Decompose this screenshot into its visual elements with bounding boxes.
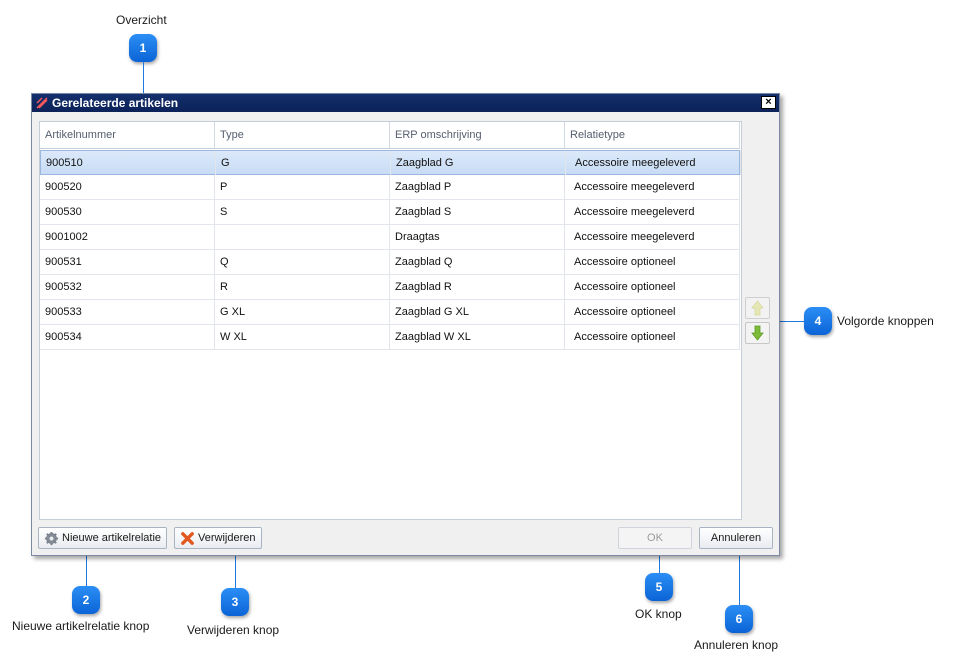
cell-omschrijving: Zaagblad W XL <box>390 325 565 349</box>
table-row[interactable]: 900533 G XL Zaagblad G XL Accessoire opt… <box>40 300 740 325</box>
table-row[interactable]: 900530 S Zaagblad S Accessoire meegeleve… <box>40 200 740 225</box>
cell-type: P <box>215 175 390 199</box>
cell-artikelnummer: 900531 <box>40 250 215 274</box>
cell-omschrijving: Zaagblad P <box>390 175 565 199</box>
cell-relatietype: Accessoire optioneel <box>565 325 740 349</box>
new-article-relation-label: Nieuwe artikelrelatie <box>62 532 162 544</box>
close-button[interactable]: × <box>761 96 776 109</box>
cell-relatietype: Accessoire optioneel <box>565 275 740 299</box>
related-articles-grid[interactable]: Artikelnummer Type ERP omschrijving Rela… <box>39 121 742 520</box>
ok-label: OK <box>647 532 663 544</box>
grid-header: Artikelnummer Type ERP omschrijving Rela… <box>40 122 740 149</box>
cell-omschrijving: Zaagblad Q <box>390 250 565 274</box>
callout-line-6 <box>739 548 740 605</box>
cell-omschrijving: Zaagblad G XL <box>390 300 565 324</box>
cell-type: Q <box>215 250 390 274</box>
cell-type <box>215 225 390 249</box>
table-row[interactable]: 900531 Q Zaagblad Q Accessoire optioneel <box>40 250 740 275</box>
callout-label-new-relation: Nieuwe artikelrelatie knop <box>12 619 150 633</box>
arrow-up-icon <box>751 300 764 316</box>
cell-type: G XL <box>215 300 390 324</box>
cell-artikelnummer: 900510 <box>41 151 216 175</box>
callout-badge-4: 4 <box>804 307 832 335</box>
cancel-button[interactable]: Annuleren <box>699 527 773 549</box>
arrow-down-icon <box>751 325 764 341</box>
cell-artikelnummer: 900534 <box>40 325 215 349</box>
table-row[interactable]: 9001002 Draagtas Accessoire meegeleverd <box>40 225 740 250</box>
cell-artikelnummer: 900532 <box>40 275 215 299</box>
cell-artikelnummer: 900533 <box>40 300 215 324</box>
column-header-artikelnummer[interactable]: Artikelnummer <box>40 122 215 149</box>
red-x-icon <box>181 532 194 545</box>
ok-button[interactable]: OK <box>618 527 692 549</box>
column-header-type[interactable]: Type <box>215 122 390 149</box>
callout-badge-3: 3 <box>221 588 249 616</box>
gear-icon <box>44 531 59 546</box>
move-up-button[interactable] <box>745 297 770 319</box>
column-header-relatietype[interactable]: Relatietype <box>565 122 740 149</box>
cell-relatietype: Accessoire meegeleverd <box>565 225 740 249</box>
callout-label-order: Volgorde knoppen <box>837 314 934 328</box>
column-header-erp-omschrijving[interactable]: ERP omschrijving <box>390 122 565 149</box>
table-row[interactable]: 900520 P Zaagblad P Accessoire meegeleve… <box>40 175 740 200</box>
move-down-button[interactable] <box>745 322 770 344</box>
cell-relatietype: Accessoire meegeleverd <box>565 175 740 199</box>
table-row[interactable]: 900534 W XL Zaagblad W XL Accessoire opt… <box>40 325 740 350</box>
cancel-label: Annuleren <box>710 532 762 544</box>
cell-artikelnummer: 900520 <box>40 175 215 199</box>
dialog-titlebar[interactable]: Gerelateerde artikelen × <box>32 94 779 112</box>
callout-label-cancel: Annuleren knop <box>694 638 779 652</box>
cell-relatietype: Accessoire meegeleverd <box>565 200 740 224</box>
cell-type: W XL <box>215 325 390 349</box>
delete-label: Verwijderen <box>198 532 256 544</box>
cell-omschrijving: Zaagblad G <box>391 151 566 175</box>
cell-relatietype: Accessoire optioneel <box>565 250 740 274</box>
callout-badge-5: 5 <box>645 573 673 601</box>
dialog-title: Gerelateerde artikelen <box>52 96 179 110</box>
table-row[interactable]: 900510 G Zaagblad G Accessoire meegeleve… <box>40 150 741 175</box>
cell-omschrijving: Draagtas <box>390 225 565 249</box>
cell-type: S <box>215 200 390 224</box>
cell-relatietype: Accessoire optioneel <box>565 300 740 324</box>
new-article-relation-button[interactable]: Nieuwe artikelrelatie <box>38 527 167 549</box>
cell-relatietype: Accessoire meegeleverd <box>566 151 741 175</box>
cell-omschrijving: Zaagblad R <box>390 275 565 299</box>
related-articles-dialog: Gerelateerde artikelen × Artikelnummer T… <box>31 93 780 556</box>
callout-badge-6: 6 <box>725 605 753 633</box>
callout-label-ok: OK knop <box>635 607 682 621</box>
cell-type: R <box>215 275 390 299</box>
cell-omschrijving: Zaagblad S <box>390 200 565 224</box>
relation-icon <box>36 97 48 109</box>
callout-badge-2: 2 <box>72 586 100 614</box>
cell-type: G <box>216 151 391 175</box>
callout-label-delete: Verwijderen knop <box>187 623 280 637</box>
callout-label-overview: Overzicht <box>116 13 167 27</box>
cell-artikelnummer: 9001002 <box>40 225 215 249</box>
callout-badge-1: 1 <box>129 34 157 62</box>
table-row[interactable]: 900532 R Zaagblad R Accessoire optioneel <box>40 275 740 300</box>
cell-artikelnummer: 900530 <box>40 200 215 224</box>
delete-button[interactable]: Verwijderen <box>174 527 262 549</box>
